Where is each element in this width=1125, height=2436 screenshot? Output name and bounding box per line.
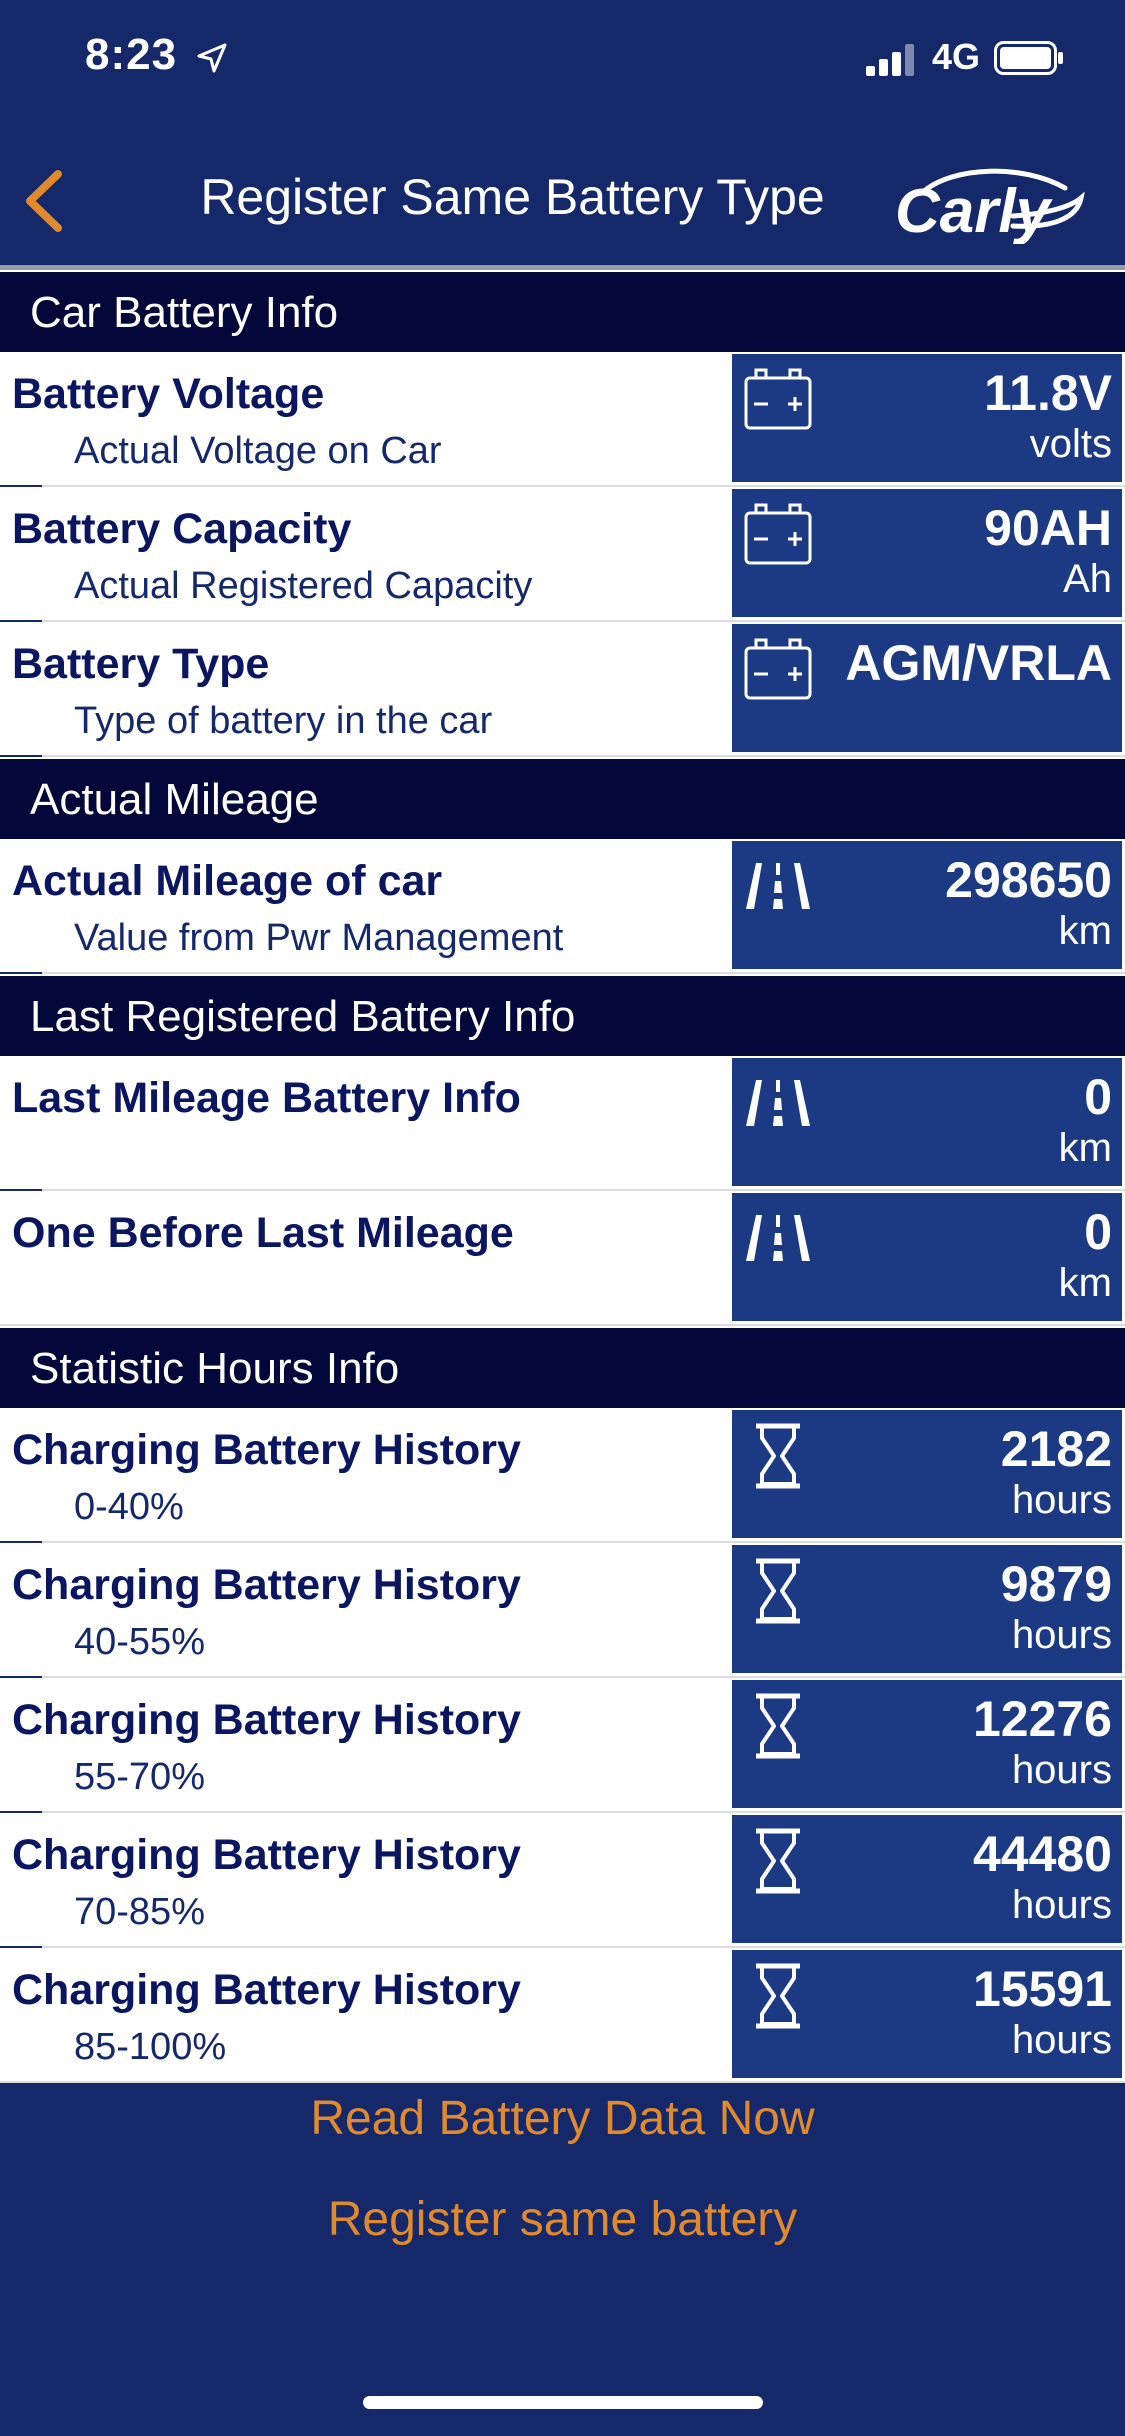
value-text: AGM/VRLA xyxy=(845,635,1112,691)
row-title: Charging Battery History xyxy=(12,1696,521,1744)
row-subtitle: Actual Registered Capacity xyxy=(74,565,533,607)
value-text: 11.8V xyxy=(984,365,1112,421)
row-title: Charging Battery History xyxy=(12,1831,521,1879)
row-title: Last Mileage Battery Info xyxy=(12,1074,521,1122)
value-text: 44480 xyxy=(972,1826,1112,1882)
road-icon xyxy=(746,1215,810,1261)
row-title: Charging Battery History xyxy=(12,1966,521,2014)
value-unit: hours xyxy=(1011,1613,1112,1657)
row-charging-40-55: Charging Battery History 40-55% 9879 hou… xyxy=(0,1543,1125,1678)
value-unit: Ah xyxy=(1063,557,1112,601)
row-title: One Before Last Mileage xyxy=(12,1209,514,1257)
section-header-statistics: Statistic Hours Info xyxy=(0,1326,1125,1408)
battery-info-list: Car Battery Info Battery Voltage Actual … xyxy=(0,270,1125,2083)
hourglass-icon xyxy=(756,1693,800,1759)
value-box: 12276 hours xyxy=(732,1680,1122,1808)
value-text: 2182 xyxy=(1000,1421,1112,1477)
value-text: 0 xyxy=(1084,1204,1112,1260)
battery-icon xyxy=(744,503,812,565)
value-box: 11.8V volts xyxy=(732,354,1122,482)
row-divider-tick xyxy=(0,972,42,974)
value-unit: km xyxy=(1058,1261,1112,1305)
row-divider-tick xyxy=(0,755,42,757)
signal-icon xyxy=(866,44,914,76)
row-last-mileage: Last Mileage Battery Info 0 km xyxy=(0,1056,1125,1191)
row-one-before-last-mileage: One Before Last Mileage 0 km xyxy=(0,1191,1125,1326)
hourglass-icon xyxy=(756,1828,800,1894)
row-subtitle: 40-55% xyxy=(74,1621,205,1663)
svg-text:Carly: Carly xyxy=(895,177,1054,244)
home-indicator[interactable] xyxy=(363,2396,763,2409)
section-header-car-battery: Car Battery Info xyxy=(0,270,1125,352)
row-subtitle: Value from Pwr Management xyxy=(74,917,564,959)
value-box: 298650 km xyxy=(732,841,1122,969)
network-type: 4G xyxy=(932,36,981,77)
section-header-mileage: Actual Mileage xyxy=(0,757,1125,839)
row-title: Battery Type xyxy=(12,640,270,688)
value-text: 298650 xyxy=(945,852,1112,908)
row-charging-0-40: Charging Battery History 0-40% 2182 hour… xyxy=(0,1408,1125,1543)
row-title: Charging Battery History xyxy=(12,1426,521,1474)
value-text: 12276 xyxy=(972,1691,1112,1747)
row-charging-70-85: Charging Battery History 70-85% 44480 ho… xyxy=(0,1813,1125,1948)
value-box: AGM/VRLA xyxy=(732,624,1122,752)
value-unit: km xyxy=(1058,1126,1112,1170)
value-text: 90AH xyxy=(984,500,1112,556)
hourglass-icon xyxy=(756,1558,800,1624)
battery-icon xyxy=(744,368,812,430)
row-charging-55-70: Charging Battery History 55-70% 12276 ho… xyxy=(0,1678,1125,1813)
value-box: 15591 hours xyxy=(732,1950,1122,2078)
value-unit: hours xyxy=(1011,2018,1112,2062)
row-subtitle: 0-40% xyxy=(74,1486,184,1528)
carly-logo: Carly xyxy=(895,168,1085,244)
action-area: Read Battery Data Now Register same batt… xyxy=(0,2090,1125,2248)
row-battery-capacity: Battery Capacity Actual Registered Capac… xyxy=(0,487,1125,622)
value-unit: volts xyxy=(1029,422,1112,466)
hourglass-icon xyxy=(756,1423,800,1489)
row-actual-mileage: Actual Mileage of car Value from Pwr Man… xyxy=(0,839,1125,974)
value-text: 0 xyxy=(1084,1069,1112,1125)
section-header-last-registered: Last Registered Battery Info xyxy=(0,974,1125,1056)
hourglass-icon xyxy=(756,1963,800,2029)
battery-icon xyxy=(744,638,812,700)
value-text: 9879 xyxy=(1000,1556,1112,1612)
row-subtitle: Actual Voltage on Car xyxy=(74,430,442,472)
row-subtitle: Type of battery in the car xyxy=(74,700,493,742)
value-box: 2182 hours xyxy=(732,1410,1122,1538)
value-box: 44480 hours xyxy=(732,1815,1122,1943)
row-subtitle: 85-100% xyxy=(74,2026,227,2068)
value-unit: km xyxy=(1058,909,1112,953)
row-subtitle: 55-70% xyxy=(74,1756,205,1798)
row-title: Battery Voltage xyxy=(12,370,325,418)
value-box: 90AH Ah xyxy=(732,489,1122,617)
value-box: 0 km xyxy=(732,1193,1122,1321)
row-title: Battery Capacity xyxy=(12,505,352,553)
road-icon xyxy=(746,1080,810,1126)
value-text: 15591 xyxy=(972,1961,1112,2017)
value-unit: hours xyxy=(1011,1748,1112,1792)
row-battery-type: Battery Type Type of battery in the car … xyxy=(0,622,1125,757)
value-unit: hours xyxy=(1011,1883,1112,1927)
read-battery-data-button[interactable]: Read Battery Data Now xyxy=(304,2090,820,2147)
row-title: Actual Mileage of car xyxy=(12,857,443,905)
value-box: 9879 hours xyxy=(732,1545,1122,1673)
nav-bar: Register Same Battery Type Carly xyxy=(0,120,1125,268)
register-same-battery-button[interactable]: Register same battery xyxy=(322,2191,804,2248)
row-subtitle: 70-85% xyxy=(74,1891,205,1933)
value-unit: hours xyxy=(1011,1478,1112,1522)
location-arrow-icon xyxy=(197,43,227,73)
row-battery-voltage: Battery Voltage Actual Voltage on Car 11… xyxy=(0,352,1125,487)
page-title: Register Same Battery Type xyxy=(200,169,825,225)
status-bar: 8:23 4G xyxy=(0,0,1125,120)
row-charging-85-100: Charging Battery History 85-100% 15591 h… xyxy=(0,1948,1125,2083)
status-time: 8:23 xyxy=(85,30,178,79)
road-icon xyxy=(746,863,810,909)
row-title: Charging Battery History xyxy=(12,1561,521,1609)
battery-status-icon xyxy=(994,41,1063,75)
value-box: 0 km xyxy=(732,1058,1122,1186)
